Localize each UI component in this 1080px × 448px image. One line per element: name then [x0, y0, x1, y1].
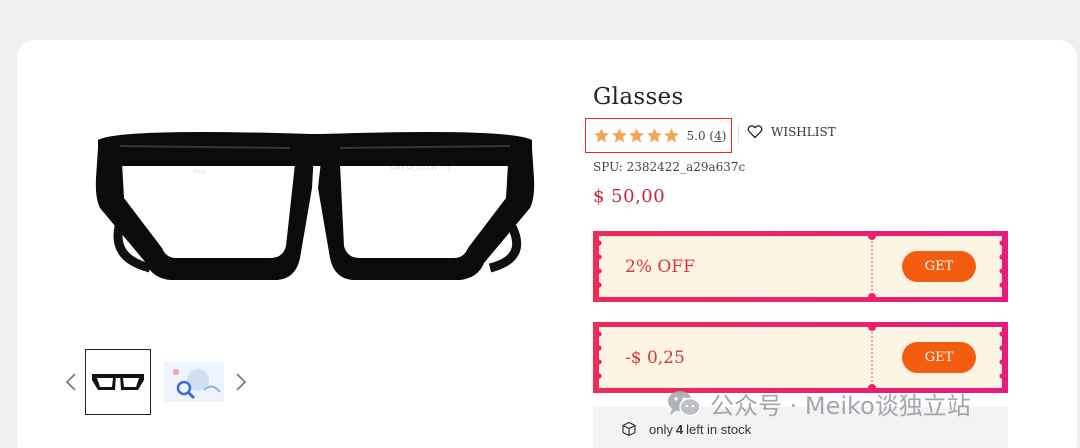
divider	[738, 125, 739, 143]
star-icon	[594, 128, 609, 143]
glasses-thumbnail-image	[92, 374, 144, 390]
star-rating	[593, 127, 681, 144]
rating-text: 5.0 (4)	[687, 129, 727, 143]
rating-count[interactable]: 4	[714, 129, 722, 143]
star-icon	[629, 128, 644, 143]
thumbnail-carousel	[62, 348, 250, 416]
star-icon	[664, 128, 679, 143]
star-icon	[646, 128, 662, 143]
next-image-button[interactable]	[232, 367, 250, 397]
rating-summary[interactable]: 5.0 (4)	[585, 118, 732, 153]
frame-brand-print: Pow	[194, 169, 206, 176]
coupon-card: 2% OFF GET	[593, 231, 1008, 302]
heart-icon	[747, 125, 763, 139]
thumbnail-1[interactable]	[85, 349, 151, 415]
product-main-image: Pow 1439 54□20-145 C01	[95, 132, 535, 280]
get-coupon-button[interactable]: GET	[902, 342, 976, 373]
coupon-card: -$ 0,25 GET	[593, 322, 1008, 393]
chevron-left-icon	[65, 373, 76, 391]
illustration-thumbnail-image	[164, 362, 224, 402]
box-icon	[622, 421, 636, 437]
frame-size-print: 1439 54□20-145 C01	[390, 166, 450, 172]
wechat-icon	[668, 390, 701, 416]
product-price: $ 50,00	[593, 186, 666, 207]
star-icon	[611, 128, 627, 143]
spu-code: SPU: 2382422_a29a637c	[593, 160, 746, 174]
stock-suffix: left in stock	[686, 421, 752, 437]
coupon-label: 2% OFF	[625, 256, 695, 277]
rating-count-close: )	[721, 128, 727, 143]
prev-image-button[interactable]	[62, 367, 80, 397]
chevron-right-icon	[236, 373, 247, 391]
watermark-text: 公众号 · Meiko谈独立站	[710, 392, 971, 420]
product-title: Glasses	[593, 84, 684, 110]
coupon-label: -$ 0,25	[625, 347, 685, 368]
rating-value: 5.0	[686, 128, 706, 143]
watermark: 公众号 · Meiko谈独立站	[666, 386, 971, 421]
stock-prefix: only	[649, 421, 673, 437]
wishlist-label: WISHLIST	[771, 124, 836, 139]
stock-count: 4	[675, 421, 684, 437]
wishlist-button[interactable]: WISHLIST	[747, 124, 836, 139]
thumbnail-2[interactable]	[161, 349, 227, 415]
get-coupon-button[interactable]: GET	[902, 251, 976, 282]
